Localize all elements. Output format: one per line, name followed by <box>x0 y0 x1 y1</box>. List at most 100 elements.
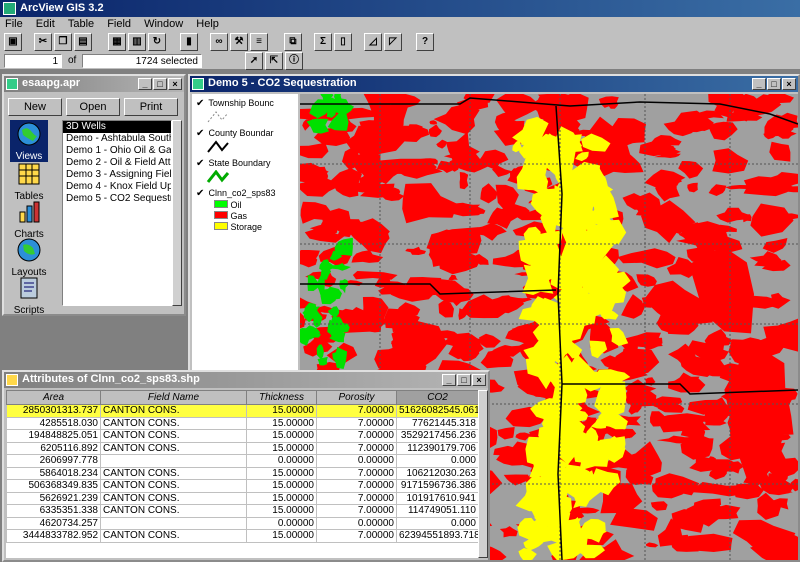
attribute-grid[interactable]: Area Field Name Thickness Porosity CO2 2… <box>6 390 478 558</box>
co2-cell[interactable]: 112390179.706 <box>396 441 478 455</box>
co2-cell[interactable]: 0.000 <box>396 454 478 468</box>
porosity-cell[interactable]: 7.00000 <box>316 441 397 455</box>
thickness-cell[interactable]: 0.00000 <box>246 454 317 468</box>
table-row[interactable]: 4620734.257 0.00000 0.00000 0.000 <box>6 516 478 530</box>
cut-button[interactable]: ✂ <box>34 33 52 51</box>
nav-tables[interactable]: Tables <box>10 160 48 202</box>
field-name-cell[interactable]: CANTON CONS. <box>100 441 247 455</box>
menu-file[interactable]: File <box>0 17 28 30</box>
document-item[interactable]: Demo 2 - Oil & Field Attribu <box>63 157 171 169</box>
co2-cell[interactable]: 106212030.263 <box>396 466 478 480</box>
legend-theme[interactable]: ✔ County Boundar <box>196 128 274 139</box>
table-row[interactable]: 2606997.778 0.00000 0.00000 0.000 <box>6 454 478 468</box>
area-cell[interactable]: 4285518.030 <box>6 416 101 430</box>
menu-field[interactable]: Field <box>102 17 136 30</box>
porosity-cell[interactable]: 7.00000 <box>316 491 397 505</box>
identify-tool-button[interactable]: ⓘ <box>285 52 303 70</box>
area-cell[interactable]: 5864018.234 <box>6 466 101 480</box>
maximize-button[interactable]: □ <box>457 374 471 386</box>
co2-cell[interactable]: 62394551893.718 <box>396 529 478 543</box>
select-all-button[interactable]: ▥ <box>128 33 146 51</box>
thickness-cell[interactable]: 15.00000 <box>246 466 317 480</box>
co2-cell[interactable]: 77621445.318 <box>396 416 478 430</box>
thickness-cell[interactable]: 15.00000 <box>246 529 317 543</box>
porosity-cell[interactable]: 0.00000 <box>316 454 397 468</box>
nav-layouts[interactable]: Layouts <box>10 236 48 278</box>
calculate-button[interactable]: ▯ <box>334 33 352 51</box>
save-button[interactable]: ▣ <box>4 33 22 51</box>
close-button[interactable]: × <box>168 78 182 90</box>
column-header-thickness[interactable]: Thickness <box>246 390 317 405</box>
thickness-cell[interactable]: 15.00000 <box>246 504 317 518</box>
table-row[interactable]: 6205116.892 CANTON CONS. 15.00000 7.00000 11… <box>6 441 478 455</box>
new-button[interactable]: New <box>8 98 62 116</box>
co2-cell[interactable]: 0.000 <box>396 516 478 530</box>
close-button[interactable]: × <box>782 78 796 90</box>
sort-button[interactable]: ≡ <box>250 33 268 51</box>
porosity-cell[interactable]: 7.00000 <box>316 504 397 518</box>
maximize-button[interactable]: □ <box>767 78 781 90</box>
co2-cell[interactable]: 9171596736.386 <box>396 479 478 493</box>
legend-theme[interactable]: ✔ State Boundary <box>196 158 271 169</box>
document-item[interactable]: 3D Wells <box>63 121 171 133</box>
app-title-bar[interactable]: ArcView GIS 3.2 <box>0 0 800 17</box>
co2-cell[interactable]: 101917610.941 <box>396 491 478 505</box>
find-button[interactable]: ∞ <box>210 33 228 51</box>
menu-table[interactable]: Table <box>63 17 99 30</box>
porosity-cell[interactable]: 7.00000 <box>316 429 397 443</box>
co2-cell[interactable]: 51626082545.061 <box>396 404 478 418</box>
thickness-cell[interactable]: 15.00000 <box>246 441 317 455</box>
thickness-cell[interactable]: 15.00000 <box>246 429 317 443</box>
copy-button[interactable]: ❐ <box>54 33 72 51</box>
paste-button[interactable]: ▤ <box>74 33 92 51</box>
column-header-co2[interactable]: CO2 <box>396 390 478 405</box>
column-header-field-name[interactable]: Field Name <box>100 390 247 405</box>
maximize-button[interactable]: □ <box>153 78 167 90</box>
view-window-title-bar[interactable]: Demo 5 - CO2 Sequestration _ □ × <box>190 76 798 92</box>
thickness-cell[interactable]: 15.00000 <box>246 416 317 430</box>
field-name-cell[interactable] <box>100 454 247 468</box>
table-row[interactable]: 3444833782.952 CANTON CONS. 15.00000 7.0000… <box>6 529 478 543</box>
checkbox-icon[interactable]: ✔ <box>196 99 206 109</box>
field-name-cell[interactable]: CANTON CONS. <box>100 466 247 480</box>
area-cell[interactable]: 4620734.257 <box>6 516 101 530</box>
help-button[interactable]: ? <box>416 33 434 51</box>
column-header-area[interactable]: Area <box>6 390 101 405</box>
selected-count-field[interactable]: 1 <box>4 54 62 68</box>
porosity-cell[interactable]: 7.00000 <box>316 404 397 418</box>
table-row[interactable]: 4285518.030 CANTON CONS. 15.00000 7.00000 77… <box>6 416 478 430</box>
join-button[interactable]: ⧉ <box>284 33 302 51</box>
document-item[interactable]: Demo 3 - Assigning Field N <box>63 169 171 181</box>
table-properties-button[interactable]: ▦ <box>108 33 126 51</box>
co2-cell[interactable]: 114749051.110 <box>396 504 478 518</box>
checkbox-icon[interactable]: ✔ <box>196 129 206 139</box>
nav-scripts[interactable]: Scripts <box>10 274 48 316</box>
area-cell[interactable]: 5626921.239 <box>6 491 101 505</box>
porosity-cell[interactable]: 7.00000 <box>316 529 397 543</box>
porosity-cell[interactable]: 7.00000 <box>316 416 397 430</box>
document-item[interactable]: Demo 5 - CO2 Sequestrati <box>63 193 171 205</box>
column-header-porosity[interactable]: Porosity <box>316 390 397 405</box>
document-item[interactable]: Demo - Ashtabula South G <box>63 133 171 145</box>
refresh-button[interactable]: ↻ <box>148 33 166 51</box>
table-row[interactable]: 5626921.239 CANTON CONS. 15.00000 7.00000 10… <box>6 491 478 505</box>
document-list[interactable]: 3D Wells Demo - Ashtabula South G Demo 1… <box>62 120 172 306</box>
minimize-button[interactable]: _ <box>138 78 152 90</box>
nav-charts[interactable]: Charts <box>10 198 48 240</box>
area-cell[interactable]: 2606997.778 <box>6 454 101 468</box>
field-name-cell[interactable]: CANTON CONS. <box>100 504 247 518</box>
sort-descending-button[interactable]: ◸ <box>384 33 402 51</box>
table-row[interactable]: 194848825.051 CANTON CONS. 15.00000 7.00000… <box>6 429 478 443</box>
area-cell[interactable]: 506368349.835 <box>6 479 101 493</box>
menu-help[interactable]: Help <box>191 17 224 30</box>
table-row[interactable]: 506368349.835 CANTON CONS. 15.00000 7.00000… <box>6 479 478 493</box>
project-window-title-bar[interactable]: esaapg.apr _ □ × <box>4 76 184 92</box>
attributes-window-title-bar[interactable]: Attributes of Clnn_co2_sps83.shp _ □ × <box>4 372 488 388</box>
legend-theme[interactable]: ✔ Clnn_co2_sps83 <box>196 188 276 199</box>
menu-edit[interactable]: Edit <box>31 17 60 30</box>
area-cell[interactable]: 2850301313.737 <box>6 404 101 418</box>
minimize-button[interactable]: _ <box>752 78 766 90</box>
open-button[interactable]: Open <box>66 98 120 116</box>
area-cell[interactable]: 6335351.338 <box>6 504 101 518</box>
porosity-cell[interactable]: 7.00000 <box>316 479 397 493</box>
